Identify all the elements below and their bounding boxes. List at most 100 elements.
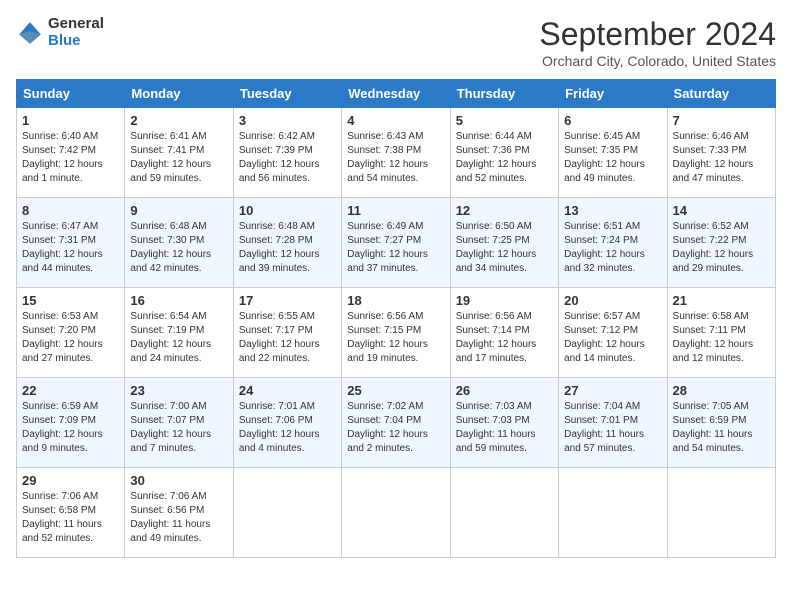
day-number: 12 bbox=[456, 203, 553, 218]
logo: General Blue bbox=[16, 16, 104, 49]
calendar-cell: 11Sunrise: 6:49 AMSunset: 7:27 PMDayligh… bbox=[342, 198, 450, 288]
calendar-cell: 6 Sunrise: 6:45 AMSunset: 7:35 PMDaylight… bbox=[559, 108, 667, 198]
day-number: 13 bbox=[564, 203, 661, 218]
calendar-cell: 20 Sunrise: 6:57 AMSunset: 7:12 PMDayligh… bbox=[559, 288, 667, 378]
calendar-cell: 24 Sunrise: 7:01 AMSunset: 7:06 PMDayligh… bbox=[233, 378, 341, 468]
calendar-cell: 7 Sunrise: 6:46 AMSunset: 7:33 PMDaylight… bbox=[667, 108, 775, 198]
day-number: 10 bbox=[239, 203, 336, 218]
day-number: 21 bbox=[673, 293, 770, 308]
calendar-week-row: 22 Sunrise: 6:59 AMSunset: 7:09 PMDayligh… bbox=[17, 378, 776, 468]
day-info: Sunrise: 6:48 AMSunset: 7:30 PMDaylight:… bbox=[130, 220, 227, 276]
day-number: 7 bbox=[673, 113, 770, 128]
day-info: Sunrise: 6:55 AMSunset: 7:17 PMDaylight:… bbox=[239, 310, 336, 366]
day-info: Sunrise: 7:01 AMSunset: 7:06 PMDaylight:… bbox=[239, 400, 336, 456]
day-info: Sunrise: 6:52 AMSunset: 7:22 PMDaylight:… bbox=[673, 220, 770, 276]
day-info: Sunrise: 6:50 AMSunset: 7:25 PMDaylight:… bbox=[456, 220, 553, 276]
calendar-cell: 10 Sunrise: 6:48 AMSunset: 7:28 PMDayligh… bbox=[233, 198, 341, 288]
day-number: 1 bbox=[22, 113, 119, 128]
day-info: Sunrise: 6:42 AMSunset: 7:39 PMDaylight:… bbox=[239, 130, 336, 186]
day-info: Sunrise: 6:56 AMSunset: 7:15 PMDaylight:… bbox=[347, 310, 444, 366]
calendar-cell: 17 Sunrise: 6:55 AMSunset: 7:17 PMDayligh… bbox=[233, 288, 341, 378]
column-header-wednesday: Wednesday bbox=[342, 80, 450, 108]
calendar-cell: 3 Sunrise: 6:42 AMSunset: 7:39 PMDaylight… bbox=[233, 108, 341, 198]
calendar-cell: 29Sunrise: 7:06 AMSunset: 6:58 PMDayligh… bbox=[17, 468, 125, 558]
day-info: Sunrise: 7:00 AMSunset: 7:07 PMDaylight:… bbox=[130, 400, 227, 456]
day-number: 24 bbox=[239, 383, 336, 398]
calendar-cell: 8Sunrise: 6:47 AMSunset: 7:31 PMDaylight… bbox=[17, 198, 125, 288]
calendar-cell bbox=[559, 468, 667, 558]
day-number: 29 bbox=[22, 473, 119, 488]
day-number: 28 bbox=[673, 383, 770, 398]
day-number: 3 bbox=[239, 113, 336, 128]
day-number: 4 bbox=[347, 113, 444, 128]
column-header-tuesday: Tuesday bbox=[233, 80, 341, 108]
calendar-cell bbox=[667, 468, 775, 558]
day-info: Sunrise: 6:46 AMSunset: 7:33 PMDaylight:… bbox=[673, 130, 770, 186]
calendar-cell: 12 Sunrise: 6:50 AMSunset: 7:25 PMDayligh… bbox=[450, 198, 558, 288]
day-number: 17 bbox=[239, 293, 336, 308]
day-info: Sunrise: 6:43 AMSunset: 7:38 PMDaylight:… bbox=[347, 130, 444, 186]
logo-text: General Blue bbox=[48, 16, 104, 49]
calendar-cell: 23 Sunrise: 7:00 AMSunset: 7:07 PMDayligh… bbox=[125, 378, 233, 468]
column-header-thursday: Thursday bbox=[450, 80, 558, 108]
calendar-cell: 18 Sunrise: 6:56 AMSunset: 7:15 PMDayligh… bbox=[342, 288, 450, 378]
day-number: 16 bbox=[130, 293, 227, 308]
logo-icon bbox=[16, 19, 44, 47]
column-header-saturday: Saturday bbox=[667, 80, 775, 108]
calendar-table: SundayMondayTuesdayWednesdayThursdayFrid… bbox=[16, 79, 776, 558]
day-info: Sunrise: 7:04 AMSunset: 7:01 PMDaylight:… bbox=[564, 400, 661, 456]
day-info: Sunrise: 6:58 AMSunset: 7:11 PMDaylight:… bbox=[673, 310, 770, 366]
day-info: Sunrise: 7:06 AMSunset: 6:56 PMDaylight:… bbox=[130, 490, 227, 546]
calendar-header-row: SundayMondayTuesdayWednesdayThursdayFrid… bbox=[17, 80, 776, 108]
calendar-cell: 14Sunrise: 6:52 AMSunset: 7:22 PMDayligh… bbox=[667, 198, 775, 288]
calendar-cell bbox=[233, 468, 341, 558]
day-number: 18 bbox=[347, 293, 444, 308]
day-info: Sunrise: 6:53 AMSunset: 7:20 PMDaylight:… bbox=[22, 310, 119, 366]
day-number: 25 bbox=[347, 383, 444, 398]
calendar-cell: 16Sunrise: 6:54 AMSunset: 7:19 PMDayligh… bbox=[125, 288, 233, 378]
day-info: Sunrise: 6:56 AMSunset: 7:14 PMDaylight:… bbox=[456, 310, 553, 366]
page-header: General Blue September 2024 Orchard City… bbox=[16, 16, 776, 69]
column-header-friday: Friday bbox=[559, 80, 667, 108]
day-number: 27 bbox=[564, 383, 661, 398]
calendar-cell: 21 Sunrise: 6:58 AMSunset: 7:11 PMDayligh… bbox=[667, 288, 775, 378]
calendar-week-row: 15 Sunrise: 6:53 AMSunset: 7:20 PMDayligh… bbox=[17, 288, 776, 378]
day-info: Sunrise: 7:05 AMSunset: 6:59 PMDaylight:… bbox=[673, 400, 770, 456]
calendar-cell bbox=[450, 468, 558, 558]
day-info: Sunrise: 6:51 AMSunset: 7:24 PMDaylight:… bbox=[564, 220, 661, 276]
column-header-monday: Monday bbox=[125, 80, 233, 108]
day-number: 6 bbox=[564, 113, 661, 128]
day-number: 23 bbox=[130, 383, 227, 398]
calendar-cell: 15 Sunrise: 6:53 AMSunset: 7:20 PMDayligh… bbox=[17, 288, 125, 378]
calendar-cell: 22 Sunrise: 6:59 AMSunset: 7:09 PMDayligh… bbox=[17, 378, 125, 468]
location: Orchard City, Colorado, United States bbox=[539, 53, 776, 69]
day-number: 22 bbox=[22, 383, 119, 398]
day-info: Sunrise: 6:49 AMSunset: 7:27 PMDaylight:… bbox=[347, 220, 444, 276]
day-number: 2 bbox=[130, 113, 227, 128]
day-info: Sunrise: 6:59 AMSunset: 7:09 PMDaylight:… bbox=[22, 400, 119, 456]
day-number: 8 bbox=[22, 203, 119, 218]
day-number: 19 bbox=[456, 293, 553, 308]
calendar-cell bbox=[342, 468, 450, 558]
day-number: 20 bbox=[564, 293, 661, 308]
column-header-sunday: Sunday bbox=[17, 80, 125, 108]
day-info: Sunrise: 7:03 AMSunset: 7:03 PMDaylight:… bbox=[456, 400, 553, 456]
calendar-cell: 26Sunrise: 7:03 AMSunset: 7:03 PMDayligh… bbox=[450, 378, 558, 468]
calendar-week-row: 8Sunrise: 6:47 AMSunset: 7:31 PMDaylight… bbox=[17, 198, 776, 288]
day-info: Sunrise: 6:45 AMSunset: 7:35 PMDaylight:… bbox=[564, 130, 661, 186]
day-info: Sunrise: 6:57 AMSunset: 7:12 PMDaylight:… bbox=[564, 310, 661, 366]
calendar-cell: 13 Sunrise: 6:51 AMSunset: 7:24 PMDayligh… bbox=[559, 198, 667, 288]
day-number: 30 bbox=[130, 473, 227, 488]
calendar-week-row: 1 Sunrise: 6:40 AMSunset: 7:42 PMDaylight… bbox=[17, 108, 776, 198]
day-info: Sunrise: 6:40 AMSunset: 7:42 PMDaylight:… bbox=[22, 130, 119, 186]
month-title: September 2024 bbox=[539, 16, 776, 53]
calendar-cell: 30 Sunrise: 7:06 AMSunset: 6:56 PMDayligh… bbox=[125, 468, 233, 558]
calendar-cell: 27 Sunrise: 7:04 AMSunset: 7:01 PMDayligh… bbox=[559, 378, 667, 468]
title-area: September 2024 Orchard City, Colorado, U… bbox=[539, 16, 776, 69]
day-info: Sunrise: 6:48 AMSunset: 7:28 PMDaylight:… bbox=[239, 220, 336, 276]
calendar-cell: 25 Sunrise: 7:02 AMSunset: 7:04 PMDayligh… bbox=[342, 378, 450, 468]
calendar-cell: 19 Sunrise: 6:56 AMSunset: 7:14 PMDayligh… bbox=[450, 288, 558, 378]
calendar-week-row: 29Sunrise: 7:06 AMSunset: 6:58 PMDayligh… bbox=[17, 468, 776, 558]
day-number: 15 bbox=[22, 293, 119, 308]
day-info: Sunrise: 7:02 AMSunset: 7:04 PMDaylight:… bbox=[347, 400, 444, 456]
